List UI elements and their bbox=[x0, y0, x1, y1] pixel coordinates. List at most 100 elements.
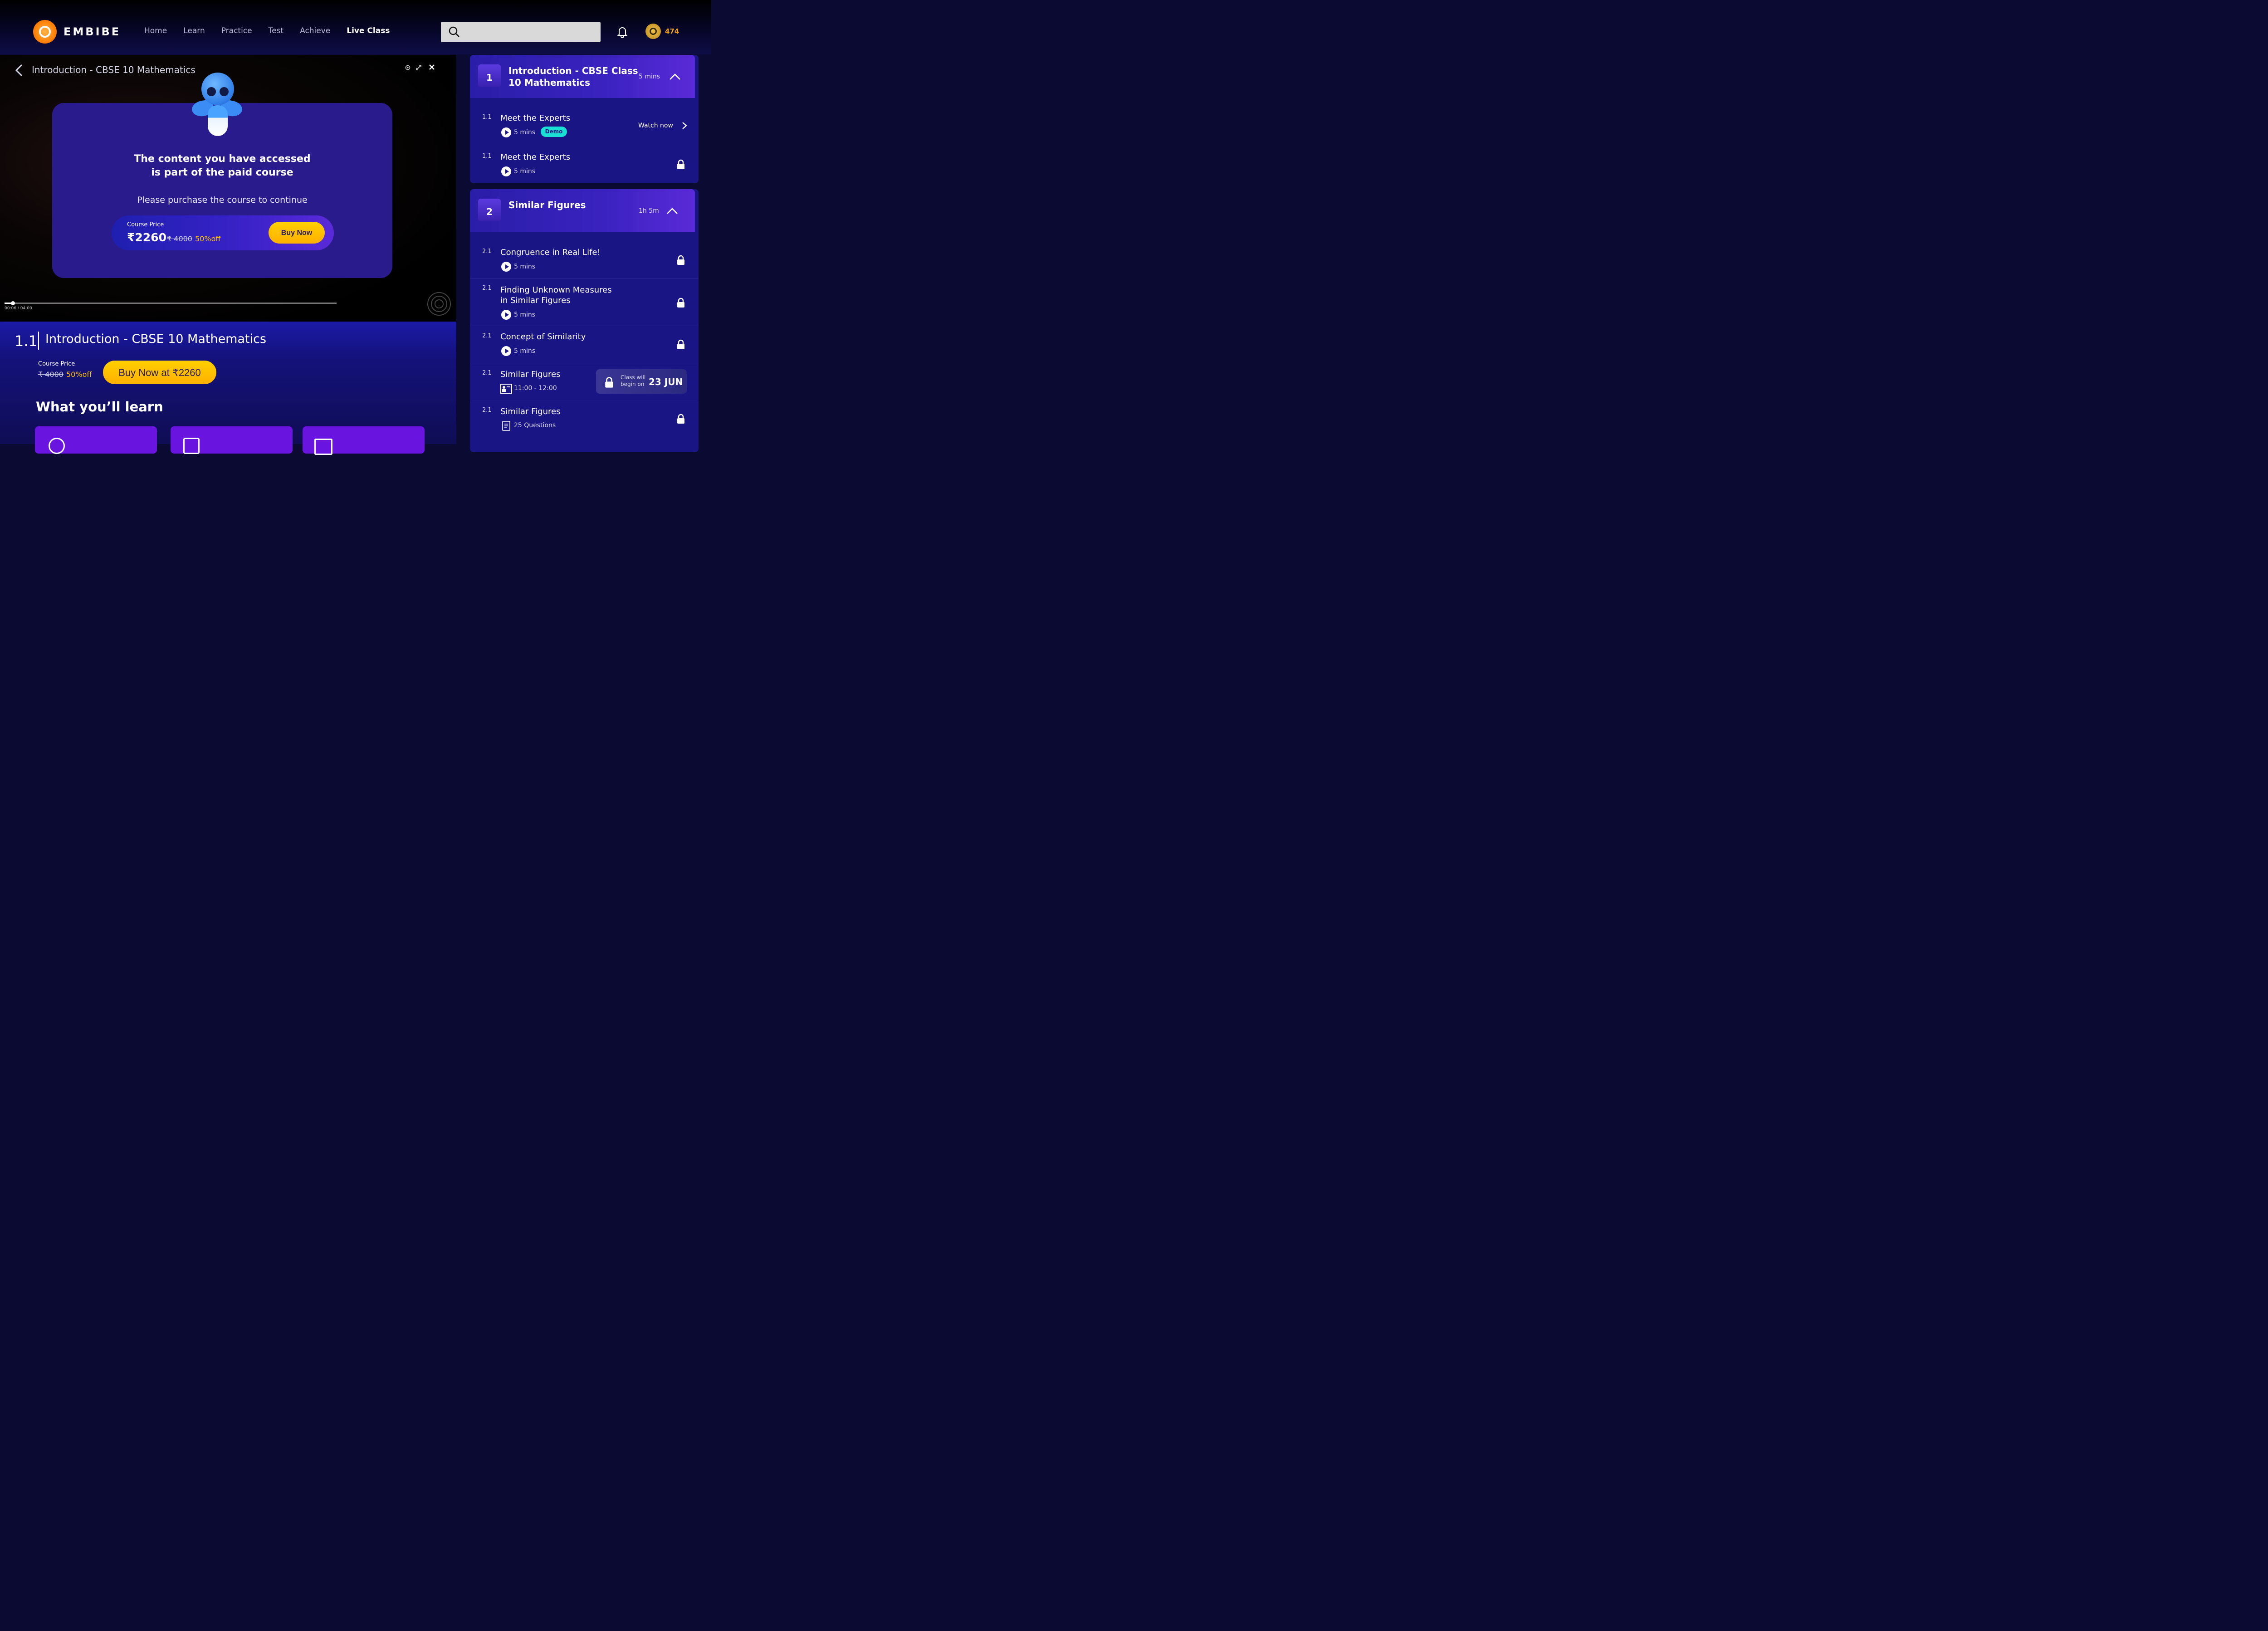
item-number: 2.1 bbox=[482, 332, 492, 339]
item-title[interactable]: Meet the Experts bbox=[500, 113, 570, 123]
price-current: ₹2260 bbox=[127, 231, 166, 244]
section-1-duration: 5 mins bbox=[639, 73, 660, 80]
item-title[interactable]: Similar Figures bbox=[500, 407, 560, 416]
live-class-icon bbox=[500, 384, 512, 394]
item-number: 1.1 bbox=[482, 114, 492, 121]
item-title[interactable]: Congruence in Real Life! bbox=[500, 248, 601, 257]
playback-time: 00:06 / 04:00 bbox=[5, 306, 32, 311]
embibe-watermark-icon bbox=[427, 292, 451, 316]
item-number: 2.1 bbox=[482, 248, 492, 255]
lock-icon bbox=[677, 414, 684, 424]
class-begin-text: Class will begin on bbox=[621, 374, 645, 388]
item-title[interactable]: Finding Unknown Measures in Similar Figu… bbox=[500, 285, 612, 306]
time-separator: / bbox=[17, 306, 19, 311]
what-youll-learn-heading: What you’ll learn bbox=[36, 399, 163, 415]
fullscreen-icon[interactable] bbox=[415, 64, 422, 71]
item-number: 2.1 bbox=[482, 407, 492, 414]
nav-test[interactable]: Test bbox=[269, 26, 284, 35]
nav-practice[interactable]: Practice bbox=[221, 26, 252, 35]
paywall-headline-line-2: is part of the paid course bbox=[151, 167, 293, 178]
demo-badge: Demo bbox=[541, 127, 567, 137]
close-icon[interactable] bbox=[428, 63, 435, 71]
item-title[interactable]: Meet the Experts bbox=[500, 152, 570, 162]
chevron-up-icon[interactable] bbox=[666, 207, 678, 215]
mascot-eye-right bbox=[220, 87, 229, 96]
bell-icon[interactable] bbox=[616, 25, 629, 39]
item-duration: 5 mins bbox=[514, 311, 536, 318]
lock-icon bbox=[677, 298, 684, 308]
item-number: 2.1 bbox=[482, 370, 492, 376]
price-label: Course Price bbox=[127, 221, 164, 228]
screen-icon bbox=[314, 439, 332, 455]
buy-now-button[interactable]: Buy Now bbox=[269, 222, 325, 244]
logo-swirl bbox=[39, 26, 51, 38]
time-current: 00:06 bbox=[5, 306, 16, 311]
class-begin-line-1: Class will bbox=[621, 374, 646, 381]
section-2-number: 2 bbox=[478, 199, 501, 221]
play-triangle bbox=[505, 130, 509, 135]
lesson-title: Introduction - CBSE 10 Mathematics bbox=[45, 332, 267, 346]
coin-symbol bbox=[650, 28, 657, 35]
back-arrow-icon[interactable] bbox=[14, 63, 25, 77]
item-title-line-1: Finding Unknown Measures bbox=[500, 285, 612, 295]
time-total: 04:00 bbox=[20, 306, 32, 311]
chevron-right-icon[interactable] bbox=[681, 122, 688, 130]
section-1-title: Introduction - CBSE Class 10 Mathematics bbox=[508, 65, 638, 88]
lock-icon bbox=[677, 159, 684, 169]
clock-icon bbox=[49, 438, 65, 454]
lock-icon bbox=[677, 339, 684, 349]
course-price-label: Course Price bbox=[38, 361, 75, 367]
price-discount: 50%off bbox=[195, 234, 221, 243]
class-time: 11:00 - 12:00 bbox=[514, 385, 557, 392]
paywall-headline-line-1: The content you have accessed bbox=[134, 153, 311, 165]
paywall-headline: The content you have accessed is part of… bbox=[52, 152, 392, 180]
book-icon bbox=[183, 438, 200, 454]
coin-count: 474 bbox=[665, 27, 679, 35]
search-icon[interactable] bbox=[448, 26, 460, 38]
progress-track[interactable] bbox=[5, 303, 337, 304]
item-duration: 5 mins bbox=[514, 347, 536, 355]
chevron-up-icon[interactable] bbox=[669, 73, 681, 80]
nav-home[interactable]: Home bbox=[144, 26, 167, 35]
item-number: 2.1 bbox=[482, 285, 492, 292]
item-number: 1.1 bbox=[482, 153, 492, 160]
class-date: 23 JUN bbox=[649, 376, 683, 387]
course-discount: 50%off bbox=[66, 370, 92, 379]
nav-live-class[interactable]: Live Class bbox=[347, 26, 390, 35]
play-triangle bbox=[505, 169, 509, 174]
lock-icon bbox=[605, 377, 613, 388]
mascot-body bbox=[208, 105, 228, 136]
item-duration: 5 mins bbox=[514, 263, 536, 270]
section-2-title: Similar Figures bbox=[508, 200, 586, 210]
item-duration: 5 mins bbox=[514, 129, 536, 136]
course-old-price: ₹ 4000 bbox=[38, 370, 64, 379]
search-input[interactable] bbox=[441, 22, 601, 42]
divider bbox=[470, 278, 699, 279]
lock-icon bbox=[677, 255, 684, 265]
play-triangle bbox=[505, 313, 509, 317]
item-title[interactable]: Similar Figures bbox=[500, 370, 560, 379]
item-duration: 5 mins bbox=[514, 168, 536, 175]
class-begin-line-2: begin on bbox=[621, 381, 645, 387]
settings-gear-icon[interactable] bbox=[405, 64, 411, 71]
section-1-title-line-1: Introduction - CBSE Class bbox=[508, 65, 638, 76]
main-nav: Home Learn Practice Test Achieve Live Cl… bbox=[144, 26, 406, 35]
section-1-title-line-2: 10 Mathematics bbox=[508, 77, 591, 88]
nav-achieve[interactable]: Achieve bbox=[300, 26, 330, 35]
mascot-head bbox=[201, 73, 234, 105]
brand-name: EMBIBE bbox=[64, 25, 121, 38]
mascot-eye-left bbox=[207, 87, 216, 96]
play-triangle bbox=[505, 264, 509, 269]
test-sheet-icon bbox=[502, 421, 510, 431]
lesson-number: 1.1 bbox=[15, 332, 38, 350]
item-title[interactable]: Concept of Similarity bbox=[500, 332, 586, 342]
question-count: 25 Questions bbox=[514, 422, 556, 429]
lesson-divider bbox=[38, 332, 39, 350]
paywall-subtext: Please purchase the course to continue bbox=[137, 195, 308, 205]
section-1-number: 1 bbox=[478, 64, 501, 87]
buy-now-at-price-button[interactable]: Buy Now at ₹2260 bbox=[103, 361, 216, 384]
watch-now-link[interactable]: Watch now bbox=[638, 122, 673, 129]
price-old: ₹ 4000 bbox=[167, 234, 192, 243]
nav-learn[interactable]: Learn bbox=[183, 26, 205, 35]
video-title: Introduction - CBSE 10 Mathematics bbox=[32, 64, 196, 75]
